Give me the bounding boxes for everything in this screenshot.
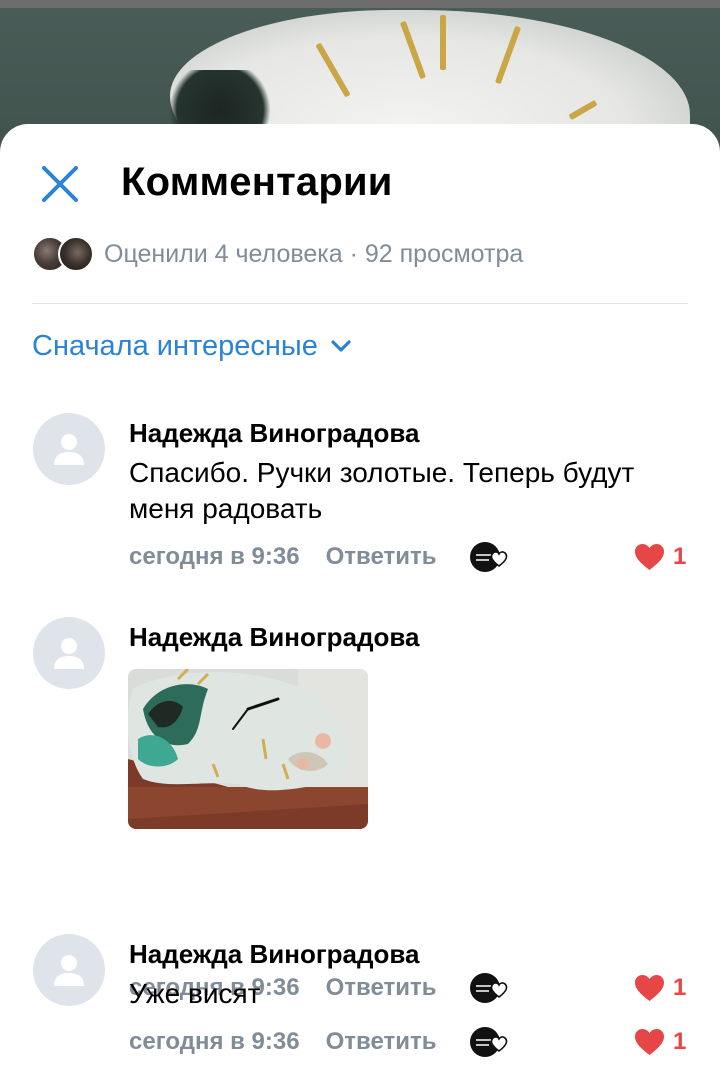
comment-item: Надежда Виноградова Спасибо. Ручки золот… xyxy=(0,413,720,593)
user-placeholder-icon xyxy=(54,955,84,986)
avatar[interactable] xyxy=(33,413,105,485)
comment-time: сегодня в 9:36 xyxy=(129,543,300,570)
comment-text: Спасибо. Ручки золотые. Теперь будут мен… xyxy=(129,457,635,524)
sheet-header: Комментарии xyxy=(0,124,720,239)
comments-sheet: Комментарии Оценили 4 человека · 92 прос… xyxy=(0,124,720,1080)
comment-author[interactable]: Надежда Виноградова xyxy=(129,622,419,653)
comment-text: Уже висят xyxy=(129,978,261,1009)
likes-views-text: Оценили 4 человека · 92 просмотра xyxy=(104,239,524,268)
comment-meta: сегодня в 9:36 Ответить xyxy=(129,1025,436,1059)
heart-icon xyxy=(635,544,664,570)
sort-dropdown[interactable]: Сначала интересные xyxy=(32,324,352,368)
comment-author[interactable]: Надежда Виноградова xyxy=(129,418,419,449)
photo-clock-image xyxy=(128,669,368,829)
comment-item: Надежда Виноградова сегодня в 9:36 Ответ… xyxy=(0,617,720,1003)
avatar[interactable] xyxy=(33,617,105,689)
reply-button[interactable]: Ответить xyxy=(326,543,437,571)
author-liked-icon xyxy=(470,1027,508,1057)
heart-icon xyxy=(635,1029,664,1055)
like-button[interactable]: 1 xyxy=(634,540,686,574)
user-placeholder-icon xyxy=(54,434,84,465)
attached-photo[interactable] xyxy=(128,669,368,829)
close-icon xyxy=(42,166,78,202)
comment-time: сегодня в 9:36 xyxy=(129,1028,300,1055)
like-count: 1 xyxy=(673,543,687,570)
liker-avatar xyxy=(58,236,94,272)
likes-summary[interactable]: Оценили 4 человека · 92 просмотра xyxy=(32,234,523,274)
reply-button[interactable]: Ответить xyxy=(326,1028,437,1056)
user-placeholder-icon xyxy=(54,638,84,669)
close-button[interactable] xyxy=(38,162,82,206)
like-count: 1 xyxy=(673,1028,687,1055)
sort-label: Сначала интересные xyxy=(32,329,318,362)
avatar[interactable] xyxy=(33,934,105,1006)
divider xyxy=(32,303,688,304)
chevron-down-icon xyxy=(331,340,351,352)
comment-meta: сегодня в 9:36 Ответить xyxy=(129,540,436,574)
like-button[interactable]: 1 xyxy=(634,1025,686,1059)
page-title: Комментарии xyxy=(121,160,393,204)
author-liked-icon xyxy=(470,542,508,572)
comment-item: Надежда Виноградова Уже висят сегодня в … xyxy=(0,934,720,1064)
comment-author[interactable]: Надежда Виноградова xyxy=(129,939,419,970)
